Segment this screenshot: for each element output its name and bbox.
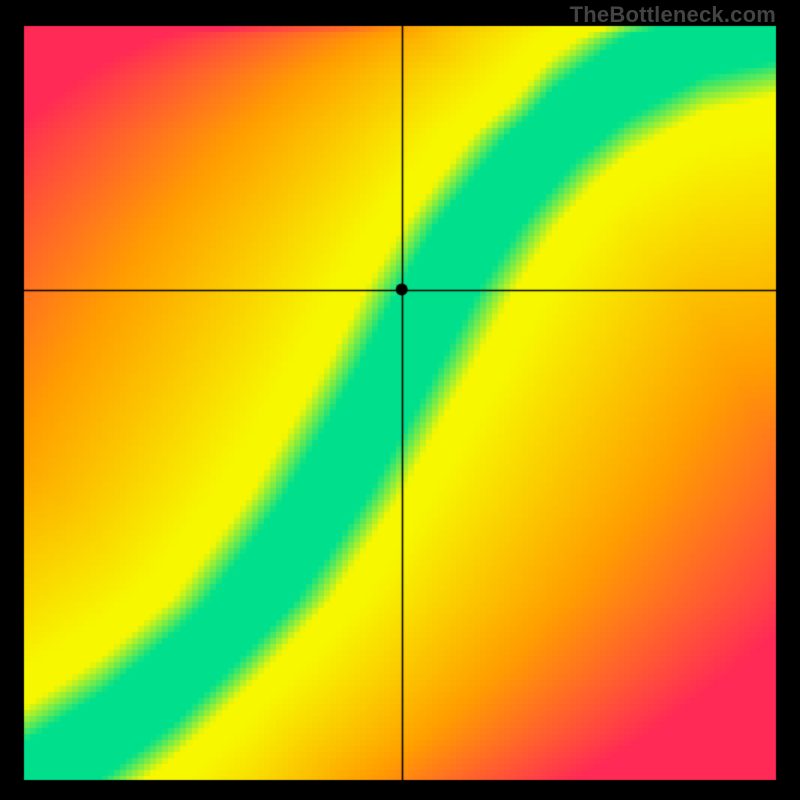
watermark-text: TheBottleneck.com xyxy=(570,2,776,28)
heatmap-canvas xyxy=(0,0,800,800)
bottleneck-heatmap: TheBottleneck.com xyxy=(0,0,800,800)
